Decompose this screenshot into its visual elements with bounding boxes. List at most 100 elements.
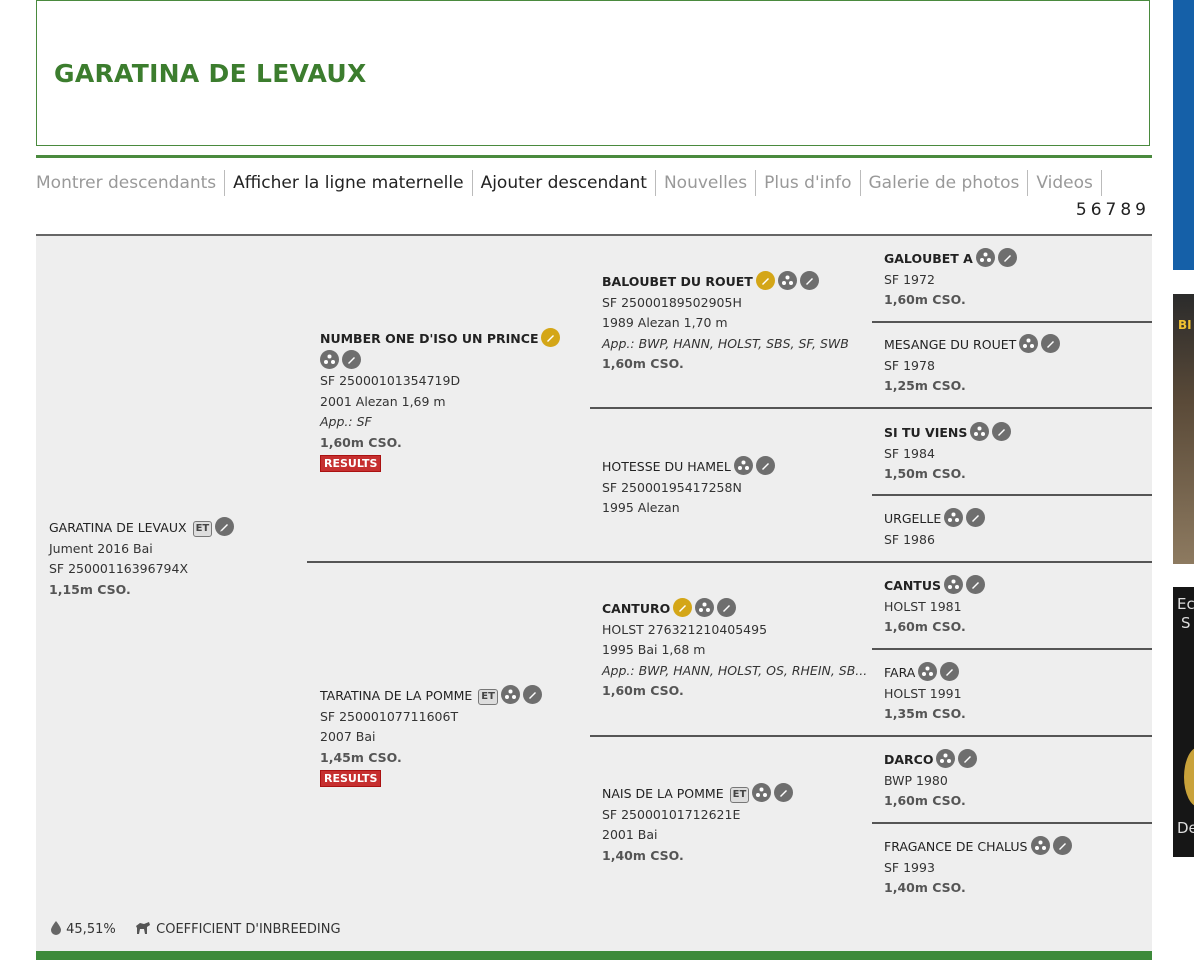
pedigree-icon[interactable] [936,749,956,768]
pedigree-icon[interactable] [1030,836,1050,855]
ancestor-name[interactable]: FARA [884,665,915,680]
nav-photo-gallery[interactable]: Galerie de photos [861,170,1029,196]
generation-7[interactable]: 7 [1106,200,1121,220]
edit-icon[interactable] [799,271,819,290]
edit-icon[interactable] [966,508,986,527]
ancestor-info: SF 1984 [884,445,935,461]
edit-icon[interactable] [522,685,542,704]
pedigree-icon[interactable] [918,662,938,681]
dam-sire-info: 1995 Bai 1,68 m [602,642,706,657]
ad-banner-photo[interactable]: BI [1173,294,1194,564]
sire-cell: NUMBER ONE D'ISO UN PRINCE SF 2500010135… [320,328,561,474]
edit-icon[interactable] [1041,334,1061,353]
dam-sire-cso: 1,60m CSO. [602,683,684,698]
edit-icon[interactable] [992,422,1012,441]
dam-dam-registration: SF 25000101712621E [602,806,741,822]
dam-name[interactable]: TARATINA DE LA POMME [320,688,472,703]
dam-dam-cso: 1,40m CSO. [602,847,684,863]
edit-icon[interactable] [997,248,1017,267]
pedigree-icon[interactable] [777,271,797,290]
generation-5[interactable]: 5 [1076,200,1091,220]
edit-icon[interactable] [215,517,235,536]
edit-icon[interactable] [755,456,775,475]
et-badge: ET [192,521,213,537]
blood-percentage: 45,51% [66,922,116,937]
ancestor-name[interactable]: DARCO [884,752,933,767]
edit-icon[interactable] [717,598,737,617]
edit-icon[interactable] [940,662,960,681]
sire-sire-name[interactable]: BALOUBET DU ROUET [602,274,753,289]
ancestor-cell-5: CANTUS HOLST 1981 1,60m CSO. [884,575,985,638]
subject-registration: SF 25000116396794X [49,561,189,576]
generation-8[interactable]: 8 [1120,200,1135,220]
edit-icon[interactable] [1052,836,1072,855]
pedigree-icon[interactable] [970,422,990,441]
pedigree-icon[interactable] [975,248,995,267]
ancestor-cso: 1,25m CSO. [884,378,966,393]
inbreeding-link[interactable]: COEFFICIENT D'INBREEDING [156,922,340,937]
ancestor-name[interactable]: GALOUBET A [884,251,973,266]
sire-results-button[interactable]: RESULTS [320,455,382,472]
pedigree-icon[interactable] [733,456,753,475]
ancestor-name[interactable]: SI TU VIENS [884,425,967,440]
ancestor-name[interactable]: URGELLE [884,511,941,526]
pedigree-icon[interactable] [944,575,963,594]
ancestor-info: SF 1972 [884,271,935,287]
dam-cso: 1,45m CSO. [320,749,402,765]
dam-dam-name[interactable]: NAIS DE LA POMME [602,786,724,801]
ancestor-name[interactable]: MESANGE DU ROUET [884,337,1016,352]
edit-icon[interactable] [966,575,985,594]
nav-more-info[interactable]: Plus d'info [756,170,861,196]
pedigree-icon[interactable] [944,508,964,527]
edit-icon[interactable] [342,349,361,369]
ancestor-info: SF 1993 [884,859,935,875]
edit-icon[interactable] [774,783,794,802]
nav-news[interactable]: Nouvelles [656,170,757,196]
ad-banner-blue[interactable] [1173,0,1194,270]
ancestor-cell-2: MESANGE DU ROUET SF 1978 1,25m CSO. [884,334,1061,397]
sire-sire-approvals: App.: BWP, HANN, HOLST, SBS, SF, SWB [602,335,849,351]
sire-dam-name[interactable]: HOTESSE DU HAMEL [602,459,731,474]
bottom-green-bar [36,951,1152,960]
pedigree-table: GARATINA DE LEVAUX ET Jument 2016 Bai SF … [36,234,1152,952]
ancestor-info: HOLST 1981 [884,598,962,614]
gold-edit-icon[interactable] [673,598,693,617]
dam-dam-info: 2001 Bai [602,827,658,842]
sire-name[interactable]: NUMBER ONE D'ISO UN PRINCE [320,331,538,346]
dam-cell: TARATINA DE LA POMME ET SF 25000107711606… [320,685,542,789]
pedigree-stats: 45,51% COEFFICIENT D'INBREEDING [50,920,341,937]
subject-name[interactable]: GARATINA DE LEVAUX [49,520,187,535]
dam-sire-registration: HOLST 276321210405495 [602,621,768,637]
dam-sire-name[interactable]: CANTURO [602,601,670,616]
ad-medal-image [1184,747,1194,807]
title-box: GARATINA DE LEVAUX [36,0,1150,146]
dam-results-button[interactable]: RESULTS [320,770,382,787]
ancestor-info: BWP 1980 [884,772,948,788]
sire-cso: 1,60m CSO. [320,434,402,450]
gold-edit-icon[interactable] [541,328,561,347]
ancestor-cso: 1,40m CSO. [884,880,966,895]
ad-banner-dark[interactable]: Ec S De [1173,587,1194,857]
pedigree-icon[interactable] [695,598,715,617]
pedigree-icon[interactable] [500,685,520,704]
gold-edit-icon[interactable] [755,271,775,290]
ancestor-name[interactable]: CANTUS [884,578,941,593]
sire-sire-info: 1989 Alezan 1,70 m [602,315,728,330]
ancestor-info: HOLST 1991 [884,685,962,701]
generation-6[interactable]: 6 [1091,200,1106,220]
ancestor-cell-1: GALOUBET A SF 1972 1,60m CSO. [884,248,1017,311]
ancestor-name[interactable]: FRAGANCE DE CHALUS [884,839,1028,854]
pedigree-icon[interactable] [1019,334,1039,353]
nav-add-descendant[interactable]: Ajouter descendant [473,170,656,196]
generation-selector: 56789 [1076,200,1150,220]
edit-icon[interactable] [958,749,978,768]
nav-videos[interactable]: Videos [1028,170,1102,196]
nav-show-descendants[interactable]: Montrer descendants [36,170,226,196]
sire-dam-divider [307,561,1152,563]
nav-maternal-line[interactable]: Afficher la ligne maternelle [225,170,473,196]
pedigree-icon[interactable] [752,783,772,802]
subject-cso: 1,15m CSO. [49,581,131,597]
divider [590,407,1152,409]
generation-9[interactable]: 9 [1135,200,1150,220]
pedigree-icon[interactable] [320,349,339,369]
